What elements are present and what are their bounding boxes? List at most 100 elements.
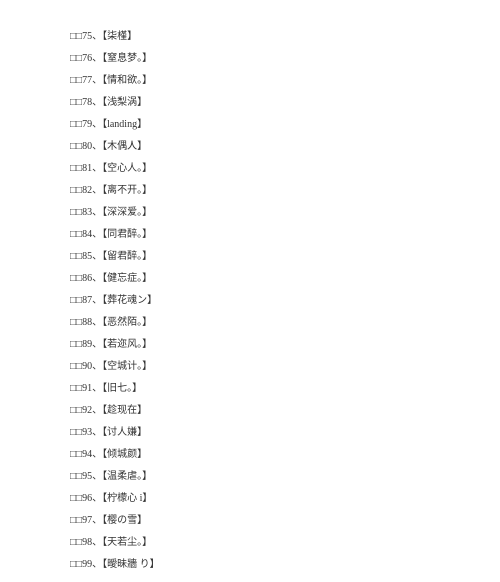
- list-item: □□96、【柠檬心 i】: [70, 492, 470, 506]
- item-number: 85: [82, 251, 92, 262]
- item-separator: 、: [92, 405, 102, 416]
- item-text: 【窒息梦。】: [102, 53, 152, 64]
- item-prefix: □□: [70, 559, 82, 570]
- list-item: □□86、【健忘症。】: [70, 272, 470, 286]
- item-separator: 、: [92, 559, 102, 570]
- item-prefix: □□: [70, 361, 82, 372]
- list-item: □□82、【离不开。】: [70, 184, 470, 198]
- item-number: 78: [82, 97, 92, 108]
- item-text: 【深深爱。】: [102, 207, 152, 218]
- item-text: 【温柔虐。】: [102, 471, 152, 482]
- item-text: 【曖昧牆 り】: [102, 559, 160, 570]
- item-text: 【葬花魂ン】: [102, 295, 157, 306]
- item-number: 89: [82, 339, 92, 350]
- list-item: □□78、【浅梨涡】: [70, 96, 470, 110]
- item-number: 86: [82, 273, 92, 284]
- list-item: □□90、【空城计。】: [70, 360, 470, 374]
- item-text: 【离不开。】: [102, 185, 152, 196]
- list-item: □□99、【曖昧牆 り】: [70, 558, 470, 572]
- list-item: □□97、【樱の雪】: [70, 514, 470, 528]
- item-separator: 、: [92, 251, 102, 262]
- item-prefix: □□: [70, 537, 82, 548]
- item-text: 【情和欲。】: [102, 75, 152, 86]
- item-prefix: □□: [70, 53, 82, 64]
- item-text: 【空心人。】: [102, 163, 152, 174]
- item-text: 【landing】: [102, 119, 147, 130]
- item-text: 【木偶㆟】: [102, 141, 147, 152]
- item-number: 95: [82, 471, 92, 482]
- item-separator: 、: [92, 339, 102, 350]
- item-separator: 、: [92, 383, 102, 394]
- item-number: 87: [82, 295, 92, 306]
- item-number: 97: [82, 515, 92, 526]
- list-item: □□98、【天若尘。】: [70, 536, 470, 550]
- item-number: 90: [82, 361, 92, 372]
- item-prefix: □□: [70, 449, 82, 460]
- list-item: □□81、【空心人。】: [70, 162, 470, 176]
- item-number: 91: [82, 383, 92, 394]
- list-item: □□80、【木偶㆟】: [70, 140, 470, 154]
- item-prefix: □□: [70, 383, 82, 394]
- item-separator: 、: [92, 185, 102, 196]
- item-number: 75: [82, 31, 92, 42]
- item-prefix: □□: [70, 185, 82, 196]
- list-item: □□77、【情和欲。】: [70, 74, 470, 88]
- item-prefix: □□: [70, 141, 82, 152]
- list-item: □□94、【倾城颜】: [70, 448, 470, 462]
- list-item: □□92、【趁现在】: [70, 404, 470, 418]
- item-prefix: □□: [70, 163, 82, 174]
- item-text: 【讨人嫌】: [102, 427, 147, 438]
- item-separator: 、: [92, 361, 102, 372]
- item-number: 99: [82, 559, 92, 570]
- item-separator: 、: [92, 53, 102, 64]
- item-separator: 、: [92, 427, 102, 438]
- item-separator: 、: [92, 515, 102, 526]
- item-text: 【旧七。】: [102, 383, 142, 394]
- item-separator: 、: [92, 119, 102, 130]
- item-prefix: □□: [70, 119, 82, 130]
- item-text: 【天若尘。】: [102, 537, 152, 548]
- item-number: 82: [82, 185, 92, 196]
- item-separator: 、: [92, 31, 102, 42]
- item-text: 【柠檬心 i】: [102, 493, 152, 504]
- item-separator: 、: [92, 471, 102, 482]
- item-text: 【樱の雪】: [102, 515, 147, 526]
- document-list: □□75、【柒槿】□□76、【窒息梦。】□□77、【情和欲。】□□78、【浅梨涡…: [70, 30, 470, 572]
- item-prefix: □□: [70, 31, 82, 42]
- item-number: 92: [82, 405, 92, 416]
- item-number: 80: [82, 141, 92, 152]
- item-prefix: □□: [70, 405, 82, 416]
- item-prefix: □□: [70, 471, 82, 482]
- item-prefix: □□: [70, 75, 82, 86]
- item-number: 79: [82, 119, 92, 130]
- item-prefix: □□: [70, 493, 82, 504]
- item-number: 77: [82, 75, 92, 86]
- item-number: 88: [82, 317, 92, 328]
- item-number: 83: [82, 207, 92, 218]
- item-text: 【恶然陌。】: [102, 317, 152, 328]
- item-prefix: □□: [70, 251, 82, 262]
- item-separator: 、: [92, 493, 102, 504]
- list-item: □□93、【讨人嫌】: [70, 426, 470, 440]
- item-separator: 、: [92, 537, 102, 548]
- item-prefix: □□: [70, 97, 82, 108]
- item-separator: 、: [92, 449, 102, 460]
- list-item: □□95、【温柔虐。】: [70, 470, 470, 484]
- item-text: 【若迩风。】: [102, 339, 152, 350]
- list-item: □□75、【柒槿】: [70, 30, 470, 44]
- list-item: □□89、【若迩风。】: [70, 338, 470, 352]
- item-number: 96: [82, 493, 92, 504]
- item-prefix: □□: [70, 295, 82, 306]
- item-prefix: □□: [70, 515, 82, 526]
- item-number: 98: [82, 537, 92, 548]
- item-separator: 、: [92, 75, 102, 86]
- item-number: 84: [82, 229, 92, 240]
- item-text: 【倾城颜】: [102, 449, 147, 460]
- list-item: □□76、【窒息梦。】: [70, 52, 470, 66]
- item-text: 【同君醉。】: [102, 229, 152, 240]
- item-prefix: □□: [70, 273, 82, 284]
- list-item: □□83、【深深爱。】: [70, 206, 470, 220]
- list-item: □□88、【恶然陌。】: [70, 316, 470, 330]
- list-item: □□84、【同君醉。】: [70, 228, 470, 242]
- item-separator: 、: [92, 317, 102, 328]
